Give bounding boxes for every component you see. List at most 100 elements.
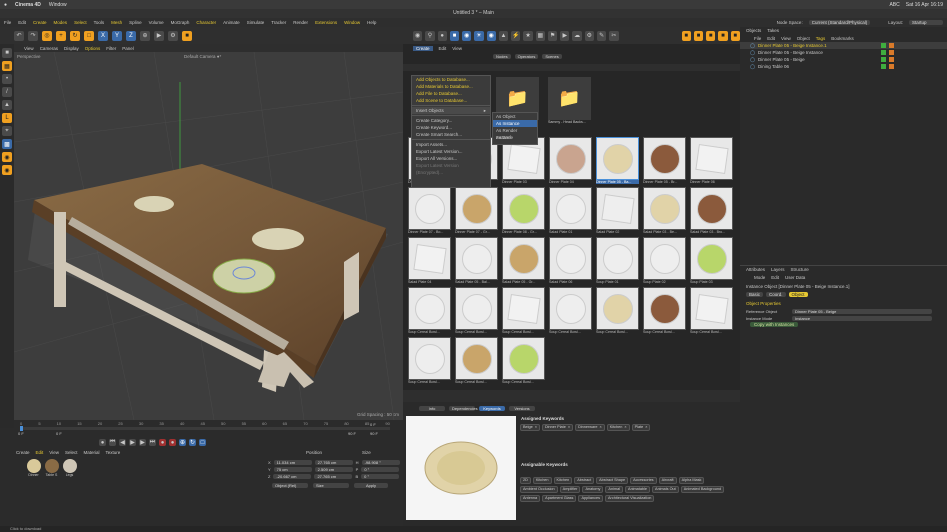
- coord-position[interactable]: 75 cm: [273, 467, 312, 472]
- assigned-keyword[interactable]: Kitchen ×: [606, 424, 630, 431]
- menu-spline[interactable]: Spline: [129, 20, 142, 25]
- material-menu-create[interactable]: Create: [16, 450, 30, 455]
- asset-tile[interactable]: Salad Plate 01: [549, 187, 592, 236]
- asset-subtab-scenes[interactable]: Scenes: [542, 54, 562, 59]
- timeline-tool-icon[interactable]: ■: [681, 30, 691, 41]
- coord-size[interactable]: 2.509 cm: [314, 467, 353, 472]
- material-menu-texture[interactable]: Texture: [106, 450, 121, 455]
- menu-modes[interactable]: Modes: [54, 20, 68, 25]
- material-icon[interactable]: ◉: [462, 30, 472, 41]
- points-mode-icon[interactable]: •: [2, 74, 12, 84]
- viewport-menu-panel[interactable]: Panel: [122, 46, 134, 51]
- info-tab-keywords[interactable]: Keywords: [479, 406, 505, 411]
- apply-button[interactable]: Apply: [354, 483, 388, 488]
- asset-tile[interactable]: Dinner Plate 06: [690, 137, 733, 186]
- assignable-keyword[interactable]: Amplifier: [559, 486, 581, 493]
- objects-tab-takes[interactable]: Takes: [767, 28, 779, 33]
- assigned-keyword[interactable]: Dinnerware ×: [575, 424, 605, 431]
- context-menu-item[interactable]: Export Latest Version...: [412, 148, 490, 155]
- brush-icon[interactable]: ✎: [596, 30, 607, 41]
- material-menu-view[interactable]: View: [49, 450, 59, 455]
- coord-size[interactable]: 27.765 cm: [314, 474, 353, 479]
- coord-rotation[interactable]: -98.908 °: [361, 460, 400, 465]
- viewport-menu-options[interactable]: Options: [85, 46, 101, 51]
- attribute-subtab-basic[interactable]: Basic: [746, 292, 764, 297]
- asset-subtab-nodes[interactable]: Nodes: [493, 54, 511, 59]
- tag-icon[interactable]: [889, 43, 895, 48]
- timeline-tool-icon[interactable]: ■: [730, 30, 740, 41]
- axis-z-icon[interactable]: Z: [126, 30, 136, 41]
- layout-select[interactable]: Startup: [909, 20, 943, 25]
- cloud-icon[interactable]: ☁: [572, 30, 582, 41]
- attribute-subtab-coord[interactable]: Coord.: [766, 292, 786, 297]
- axis-mode-icon[interactable]: L: [2, 113, 12, 123]
- key-rot-icon[interactable]: ↻: [189, 439, 196, 446]
- visibility-icon[interactable]: [881, 57, 887, 62]
- menu-mograph[interactable]: MoGraph: [171, 20, 190, 25]
- asset-tile[interactable]: Salad Plate 04: [408, 237, 451, 286]
- first-frame-icon[interactable]: ⏮: [109, 439, 116, 446]
- assignable-keyword[interactable]: Apartment Glass: [542, 495, 577, 502]
- assignable-keyword[interactable]: Kitchen: [553, 477, 573, 484]
- attribute-subtab-object[interactable]: Object: [788, 292, 808, 297]
- asset-tile[interactable]: Dinner Plate 07 - Gr...: [455, 187, 498, 236]
- attributes-menu-mode[interactable]: Mode: [754, 275, 765, 280]
- coord-mode-select[interactable]: Object (Rel): [272, 483, 308, 488]
- light-icon[interactable]: ☀: [474, 30, 484, 41]
- asset-tile[interactable]: Salad Plate 05 - Bal...: [455, 237, 498, 286]
- undo-icon[interactable]: ↶: [14, 30, 24, 41]
- viewport-3d[interactable]: Perspective Default Camera ●* Grid Spaci…: [14, 52, 403, 420]
- coord-rotation[interactable]: 0 °: [361, 474, 400, 479]
- info-tab-info[interactable]: Info: [419, 406, 445, 411]
- menu-help[interactable]: Help: [367, 20, 376, 25]
- autokey-icon[interactable]: ●: [159, 439, 166, 446]
- coord-size[interactable]: 27.765 cm: [314, 460, 353, 465]
- assignable-keyword[interactable]: Accessories: [630, 477, 657, 484]
- assignable-keyword[interactable]: Antenna: [520, 495, 541, 502]
- objects-menu-file[interactable]: File: [754, 36, 761, 41]
- attributes-tab-attributes[interactable]: Attributes: [746, 267, 765, 272]
- close-icon[interactable]: ×: [645, 425, 647, 429]
- bolt-icon[interactable]: ⚡: [511, 30, 521, 41]
- timeline-tool-icon[interactable]: ■: [693, 30, 704, 41]
- edges-mode-icon[interactable]: /: [2, 87, 12, 97]
- assignable-keyword[interactable]: Architectural Visualization: [605, 495, 655, 502]
- model-mode-icon[interactable]: ■: [2, 48, 12, 58]
- menu-tracker[interactable]: Tracker: [271, 20, 286, 25]
- material-swatch[interactable]: Dinner: [26, 459, 41, 477]
- assignable-keyword[interactable]: Animated Background: [680, 486, 725, 493]
- key-scale-icon[interactable]: □: [199, 439, 206, 446]
- asset-tile[interactable]: Dinner Plate 05 - Ba...: [596, 137, 639, 186]
- play-icon[interactable]: ▶: [129, 439, 136, 446]
- coord-position[interactable]: 11.034 cm: [273, 460, 312, 465]
- prev-key-icon[interactable]: ◀: [119, 439, 126, 446]
- objects-tab-objects[interactable]: Objects: [746, 28, 761, 33]
- menu-render[interactable]: Render: [293, 20, 308, 25]
- live-select-icon[interactable]: ◎: [42, 30, 52, 41]
- material-swatch[interactable]: Legs: [62, 459, 77, 477]
- context-menu-item[interactable]: Import Assets...: [412, 141, 490, 148]
- objects-menu-bookmarks[interactable]: Bookmarks: [831, 36, 854, 41]
- info-tab-versions[interactable]: Versions: [509, 406, 535, 411]
- object-row[interactable]: ◯ Dinner Plate 05 - Beige Instance: [740, 49, 947, 56]
- assignable-keyword[interactable]: Appliances: [578, 495, 604, 502]
- asset-tile[interactable]: Salad Plate 03 - Bro...: [690, 187, 733, 236]
- viewport-menu-display[interactable]: Display: [64, 46, 79, 51]
- asset-tile[interactable]: Soup Cereal Bowl...: [502, 287, 545, 336]
- record-icon[interactable]: ●: [99, 439, 106, 446]
- end-frame-2[interactable]: 90 F: [370, 431, 378, 436]
- object-row[interactable]: ◯ Dining Table 06: [740, 63, 947, 70]
- assignable-keyword[interactable]: Animals Out: [652, 486, 679, 493]
- asset-tile[interactable]: Soup Plate 03: [690, 237, 733, 286]
- object-row[interactable]: ◯ Dinner Plate 05 - Beige: [740, 56, 947, 63]
- context-menu-item[interactable]: Add Objects to Database...: [412, 76, 490, 83]
- sphere-icon[interactable]: ●: [437, 30, 447, 41]
- tag-icon[interactable]: [889, 57, 895, 62]
- attributes-tab-structure[interactable]: Structure: [791, 267, 809, 272]
- assignable-keyword[interactable]: Abstract Shape: [596, 477, 629, 484]
- render-view-icon[interactable]: ▶: [154, 30, 164, 41]
- start-frame[interactable]: 0 F: [18, 431, 24, 436]
- submenu-item[interactable]: As Xref: [493, 134, 537, 141]
- property-value[interactable]: Dinner Plate 05 - Beige: [792, 309, 932, 314]
- assignable-keyword[interactable]: 2D: [520, 477, 531, 484]
